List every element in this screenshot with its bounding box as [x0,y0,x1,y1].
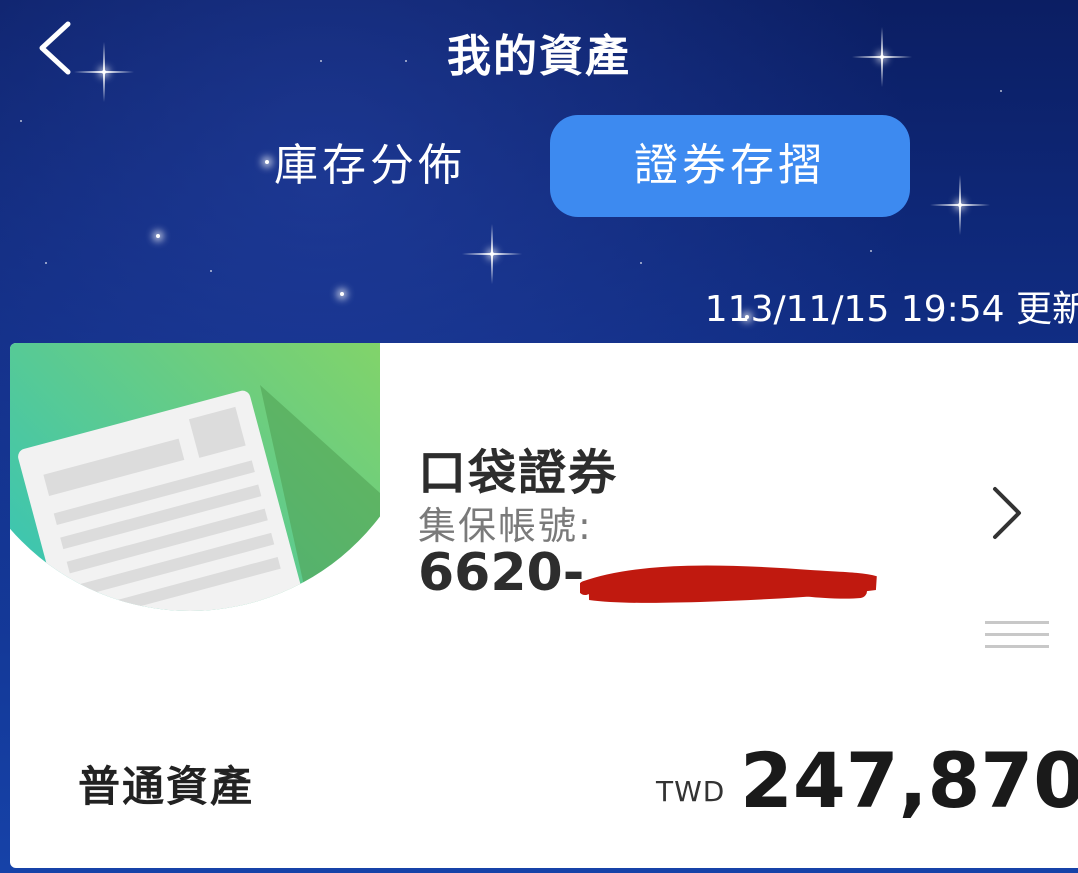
tab-bar: 庫存分佈 證券存摺 [230,115,910,217]
star-sparkle [958,203,962,207]
redaction-scribble [580,565,877,603]
star-sparkle [156,234,160,238]
star-dot [45,262,47,264]
account-number: 6620- [418,543,585,603]
star-dot [20,120,22,122]
account-number-label: 集保帳號: [418,504,593,548]
chevron-right-icon [993,487,1021,539]
asset-amount: 247,870 [740,736,1078,825]
asset-type-label: 普通資產 [78,762,255,811]
broker-name: 口袋證券 [418,445,619,501]
document-illustration-icon [10,343,380,611]
drag-handle-icon[interactable] [985,621,1049,651]
star-sparkle [340,292,344,296]
account-card[interactable]: 口袋證券 集保帳號: 6620- 普通資產 TWD 247,870 [10,343,1078,868]
star-dot [210,270,212,272]
star-dot [870,250,872,252]
star-dot [640,262,642,264]
tab-inventory-distribution[interactable]: 庫存分佈 [230,115,510,217]
currency-label: TWD [656,775,726,808]
card-detail-chevron[interactable] [985,483,1025,543]
star-dot [1000,90,1002,92]
last-updated-text: 113/11/15 19:54 更新 [704,289,1078,330]
page-title: 我的資產 [447,31,631,82]
star-sparkle [490,252,494,256]
tab-securities-passbook[interactable]: 證券存摺 [550,115,910,217]
